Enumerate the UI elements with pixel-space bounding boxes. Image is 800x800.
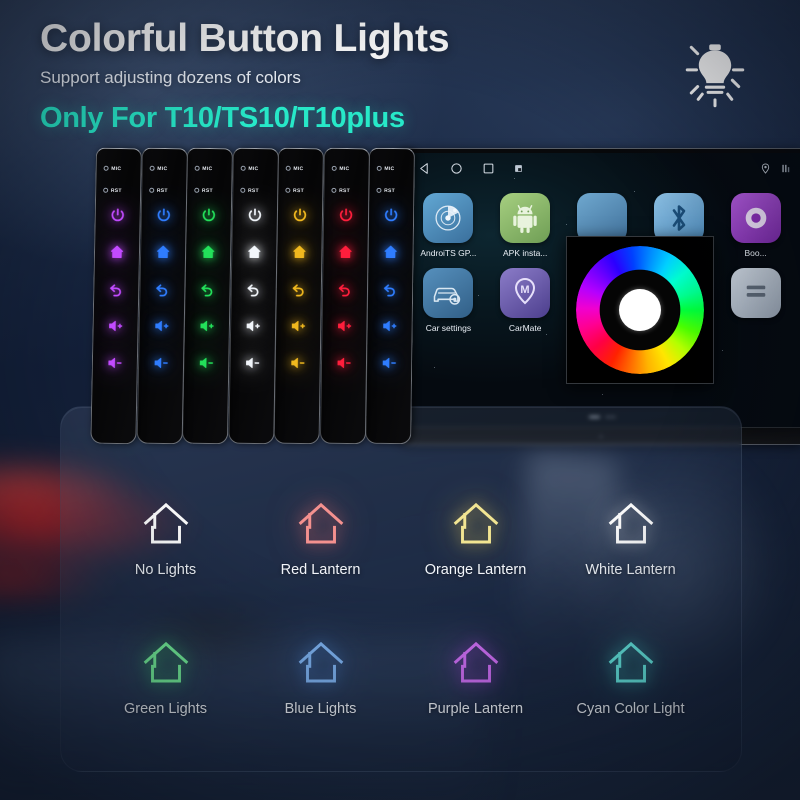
volume-down-icon[interactable]	[381, 355, 397, 371]
rst-label: RST	[149, 188, 167, 194]
power-icon[interactable]	[155, 207, 171, 223]
rst-label: RST	[194, 188, 213, 194]
button-panel-3: MIC RST	[181, 147, 233, 445]
button-panel-7: MIC RST	[365, 147, 415, 445]
volume-up-icon[interactable]	[382, 318, 398, 334]
power-icon[interactable]	[337, 207, 353, 223]
mic-label: MIC	[377, 166, 394, 172]
home-icon[interactable]	[200, 244, 216, 260]
volume-up-icon[interactable]	[107, 318, 123, 334]
button-panel-1: MIC RST	[90, 147, 142, 445]
back-icon[interactable]	[291, 281, 307, 297]
volume-down-icon[interactable]	[244, 355, 260, 371]
mic-label: MIC	[240, 166, 258, 172]
back-icon[interactable]	[199, 281, 215, 297]
home-icon[interactable]	[109, 244, 125, 260]
rst-label: RST	[376, 188, 395, 194]
rst-label: RST	[240, 188, 258, 194]
mic-label: MIC	[286, 166, 303, 172]
mic-label: MIC	[149, 166, 167, 172]
volume-down-icon[interactable]	[335, 355, 351, 371]
back-icon[interactable]	[154, 281, 170, 297]
product-promo-image: Colorful Button Lights Support adjusting…	[0, 0, 800, 800]
home-icon[interactable]	[337, 244, 353, 260]
rst-label: RST	[331, 188, 350, 194]
button-panel-2: MIC RST	[136, 147, 188, 445]
button-panel-4: MIC RST	[227, 147, 279, 445]
volume-down-icon[interactable]	[290, 355, 306, 371]
volume-up-icon[interactable]	[290, 318, 306, 334]
home-icon[interactable]	[246, 244, 262, 260]
volume-up-icon[interactable]	[153, 318, 169, 334]
back-icon[interactable]	[336, 281, 352, 297]
home-icon[interactable]	[154, 244, 170, 260]
button-panel-5: MIC RST	[273, 147, 324, 445]
back-icon[interactable]	[108, 281, 124, 297]
power-icon[interactable]	[246, 207, 262, 223]
back-icon[interactable]	[245, 281, 261, 297]
volume-up-icon[interactable]	[245, 318, 261, 334]
rst-label: RST	[103, 188, 122, 194]
mic-label: MIC	[195, 166, 212, 172]
back-icon[interactable]	[382, 281, 398, 297]
home-icon[interactable]	[383, 244, 399, 260]
power-icon[interactable]	[383, 207, 399, 223]
home-icon[interactable]	[291, 244, 307, 260]
mic-label: MIC	[104, 166, 121, 172]
power-icon[interactable]	[110, 207, 126, 223]
volume-up-icon[interactable]	[199, 318, 215, 334]
mic-label: MIC	[331, 166, 349, 172]
volume-down-icon[interactable]	[107, 355, 123, 371]
volume-down-icon[interactable]	[198, 355, 214, 371]
rst-label: RST	[285, 188, 304, 194]
power-icon[interactable]	[292, 207, 308, 223]
button-panel-6: MIC RST	[319, 147, 370, 445]
volume-down-icon[interactable]	[152, 355, 168, 371]
power-icon[interactable]	[201, 207, 217, 223]
volume-up-icon[interactable]	[336, 318, 352, 334]
